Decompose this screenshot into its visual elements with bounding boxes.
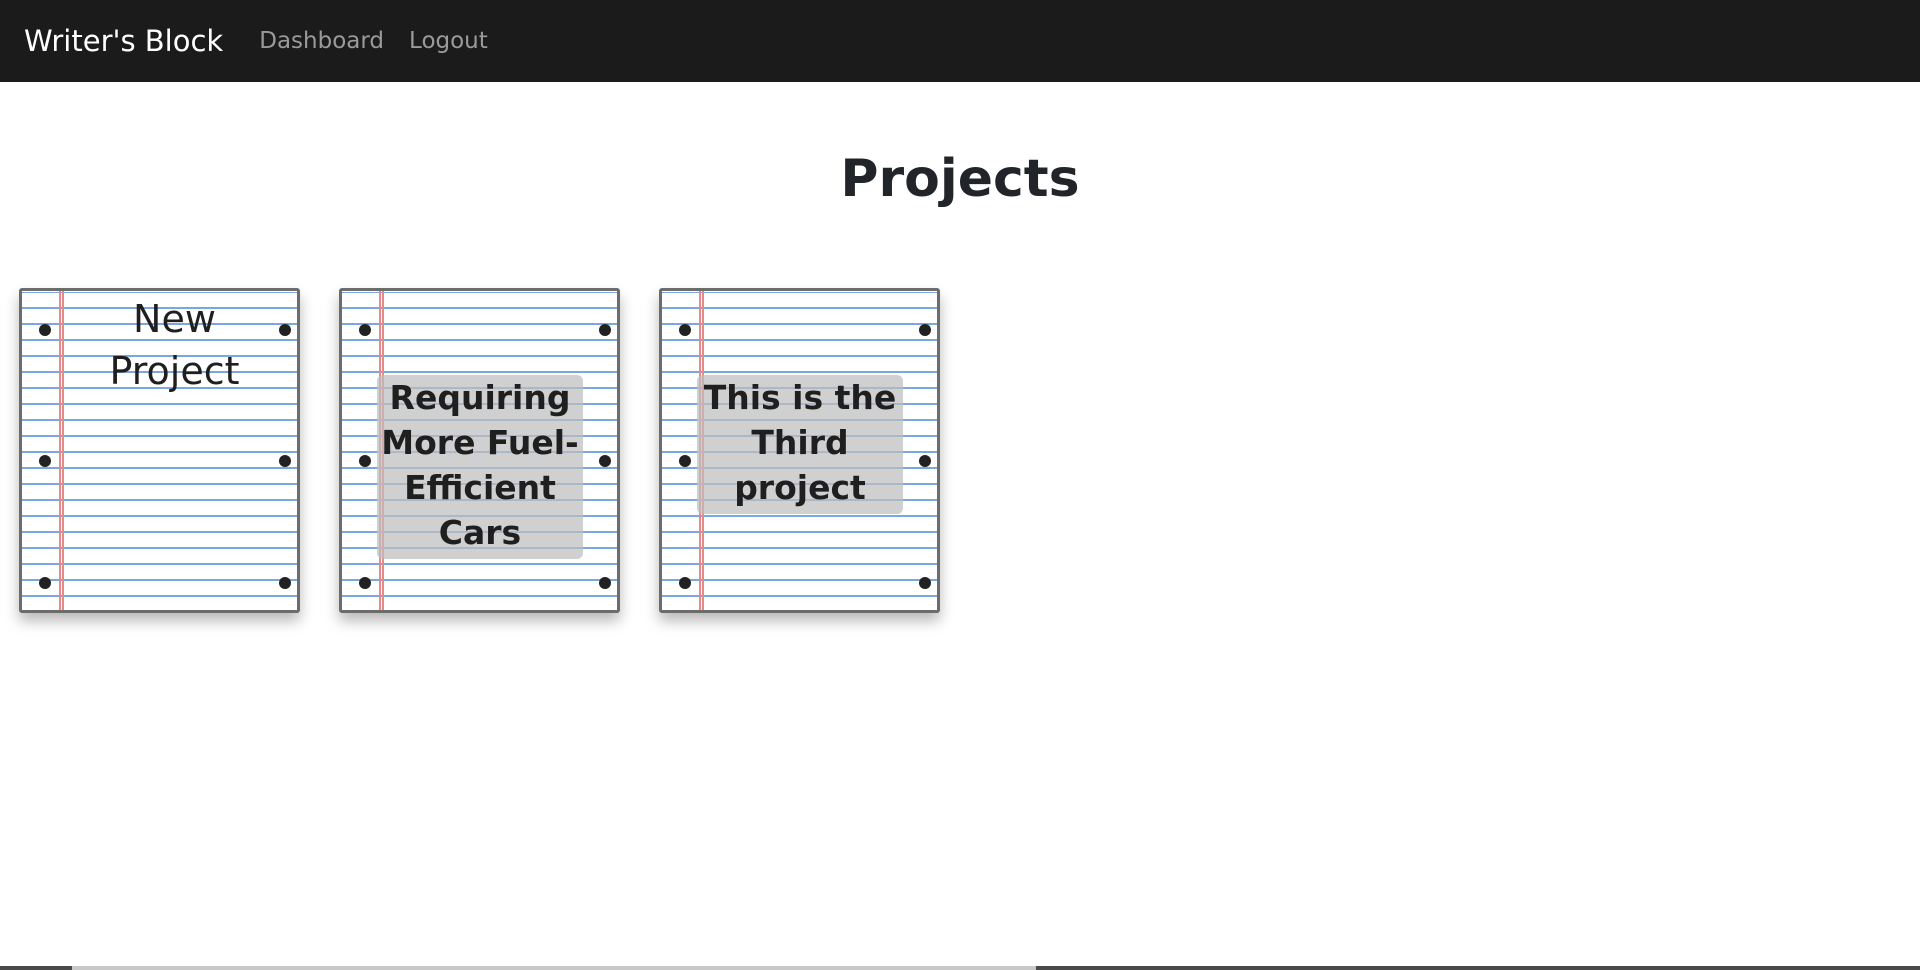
binder-hole xyxy=(279,577,291,589)
binder-hole xyxy=(359,324,371,336)
binder-hole xyxy=(919,324,931,336)
binder-hole xyxy=(599,577,611,589)
binder-hole xyxy=(679,324,691,336)
binder-hole xyxy=(359,577,371,589)
binder-hole xyxy=(359,455,371,467)
project-card-title: Requiring More Fuel-Efficient Cars xyxy=(377,375,583,559)
binder-hole xyxy=(39,455,51,467)
horizontal-scrollbar[interactable] xyxy=(0,966,1920,970)
project-card[interactable]: Requiring More Fuel-Efficient Cars xyxy=(339,288,620,613)
project-card-title: This is the Third project xyxy=(697,375,903,514)
project-card-title: New Project xyxy=(109,297,240,393)
binder-hole xyxy=(279,455,291,467)
brand-link[interactable]: Writer's Block xyxy=(24,24,223,58)
binder-hole xyxy=(599,455,611,467)
binder-hole xyxy=(919,455,931,467)
notebook-margin-line xyxy=(59,291,64,610)
top-navbar: Writer's Block Dashboard Logout xyxy=(0,0,1920,82)
nav-link-dashboard[interactable]: Dashboard xyxy=(259,28,384,54)
binder-hole xyxy=(679,455,691,467)
binder-hole xyxy=(39,324,51,336)
binder-hole xyxy=(919,577,931,589)
nav-link-logout[interactable]: Logout xyxy=(409,28,488,54)
binder-hole xyxy=(279,324,291,336)
page-title: Projects xyxy=(840,149,1080,209)
scrollbar-thumb[interactable] xyxy=(72,966,1036,970)
project-card[interactable]: This is the Third project xyxy=(659,288,940,613)
binder-hole xyxy=(599,324,611,336)
binder-hole xyxy=(679,577,691,589)
project-card-new[interactable]: New Project xyxy=(19,288,300,613)
binder-hole xyxy=(39,577,51,589)
